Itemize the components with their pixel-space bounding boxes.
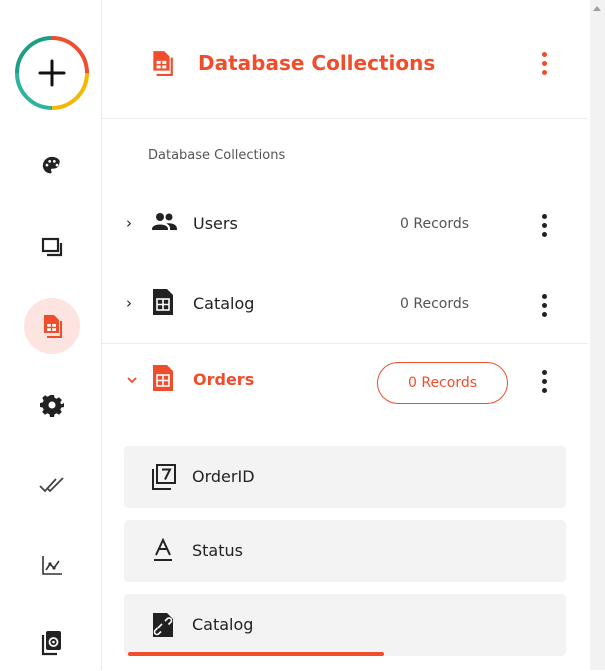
field-row-orderid[interactable]: OrderID [124,446,566,508]
field-name: Catalog [192,615,254,634]
add-icon [15,36,89,110]
gear-icon [40,395,64,417]
kebab-dot [541,369,547,375]
table-icon [152,364,174,396]
field-name: OrderID [192,467,255,486]
sidebar-rail [0,0,102,670]
rail-item-tasks[interactable] [24,457,80,513]
chevron-right-icon[interactable]: › [126,294,132,312]
rail-item-copy-settings[interactable] [24,615,80,671]
kebab-dot [541,213,547,219]
kebab-dot [541,311,547,317]
collection-more-button[interactable] [536,290,552,320]
database-icon [150,50,174,80]
rail-item-database[interactable] [24,298,80,354]
chevron-right-icon[interactable]: › [126,214,132,232]
kebab-dot [541,378,547,384]
kebab-dot [541,387,547,393]
kebab-dot [541,222,547,228]
collection-row-catalog[interactable]: › Catalog 0 Records [102,270,588,340]
users-icon [152,212,178,236]
kebab-dot [541,231,547,237]
number-icon [152,464,176,494]
double-check-icon [39,477,64,493]
collection-row-orders[interactable]: Orders 0 Records [102,346,588,416]
collection-more-button[interactable] [536,210,552,240]
record-count: 0 Records [400,216,470,232]
layers-icon [41,237,63,257]
reference-icon [152,612,174,642]
page-title: Database Collections [198,51,436,75]
collection-name: Users [193,214,238,233]
analytics-icon [42,556,62,575]
collection-more-button[interactable] [536,366,552,396]
copy-settings-icon [41,631,61,656]
database-icon [44,315,62,338]
collection-row-users[interactable]: › Users 0 Records [102,190,588,260]
kebab-dot [541,51,547,57]
kebab-dot [541,293,547,299]
kebab-dot [541,60,547,66]
field-name: Status [192,541,243,560]
section-label: Database Collections [148,148,286,163]
collections-panel: Database Collections Database Collection… [102,0,588,670]
collection-name: Orders [193,370,255,389]
rail-item-analytics[interactable] [24,537,80,593]
palette-icon [42,156,60,174]
collection-name: Catalog [193,294,255,313]
scroll-up-icon[interactable] [593,6,601,11]
vertical-scrollbar[interactable] [590,0,605,670]
text-icon [152,537,174,566]
panel-header: Database Collections [102,0,588,119]
kebab-dot [541,302,547,308]
record-count-badge[interactable]: 0 Records [377,362,508,404]
divider [102,343,588,344]
rail-item-layers[interactable] [24,218,80,274]
add-button[interactable] [13,34,91,112]
kebab-dot [541,69,547,75]
chevron-down-icon[interactable] [126,372,138,390]
rail-item-theme[interactable] [24,138,80,194]
record-count: 0 Records [400,296,470,312]
horizontal-scroll-indicator [128,652,384,656]
table-icon [152,288,174,320]
field-row-catalog[interactable]: Catalog [124,594,566,656]
header-more-button[interactable] [536,48,552,78]
field-row-status[interactable]: Status [124,520,566,582]
rail-item-settings[interactable] [24,377,80,433]
